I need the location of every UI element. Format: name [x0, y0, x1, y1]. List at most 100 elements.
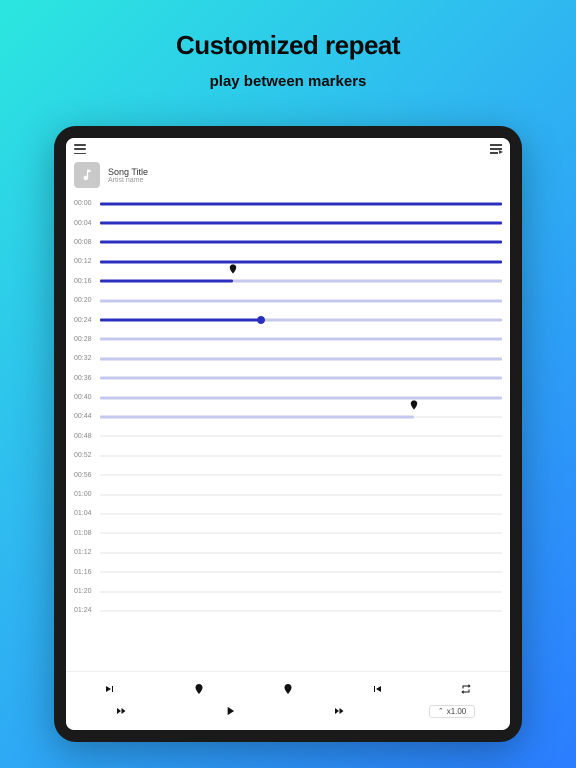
track[interactable] — [100, 562, 502, 581]
track[interactable] — [100, 194, 502, 213]
timeline-row[interactable]: 01:04 — [74, 504, 502, 523]
time-label: 00:16 — [74, 278, 100, 285]
track[interactable] — [100, 330, 502, 349]
goto-start-icon[interactable] — [90, 683, 130, 695]
time-label: 00:36 — [74, 375, 100, 382]
time-label: 00:00 — [74, 200, 100, 207]
played-segment — [100, 241, 502, 244]
chevron-up-icon: ⌃ — [438, 707, 444, 715]
timeline-row[interactable]: 01:08 — [74, 524, 502, 543]
track[interactable] — [100, 582, 502, 601]
marker-pin-icon[interactable] — [227, 262, 238, 281]
loop-segment — [100, 357, 502, 360]
tablet-frame: Song Title Artist name 00:0000:0400:0800… — [54, 126, 522, 742]
track[interactable] — [100, 524, 502, 543]
track[interactable] — [100, 233, 502, 252]
repeat-icon[interactable] — [446, 683, 486, 695]
timeline-row[interactable]: 00:40 — [74, 388, 502, 407]
track[interactable] — [100, 427, 502, 446]
playhead[interactable] — [257, 316, 265, 324]
track[interactable] — [100, 485, 502, 504]
loop-segment — [100, 415, 414, 418]
timeline-row[interactable]: 00:44 — [74, 407, 502, 426]
speed-value: x1.00 — [447, 707, 467, 716]
track[interactable] — [100, 213, 502, 232]
marker-pin-icon[interactable] — [408, 398, 419, 417]
timeline-row[interactable]: 00:12 — [74, 252, 502, 271]
track-baseline — [100, 455, 502, 456]
track-baseline — [100, 475, 502, 476]
timeline-row[interactable]: 00:28 — [74, 330, 502, 349]
timeline-row[interactable]: 00:08 — [74, 233, 502, 252]
track[interactable] — [100, 465, 502, 484]
timeline-row[interactable]: 00:48 — [74, 427, 502, 446]
timeline-row[interactable]: 01:24 — [74, 601, 502, 620]
timeline-row[interactable]: 01:20 — [74, 582, 502, 601]
track[interactable] — [100, 252, 502, 271]
loop-segment — [100, 338, 502, 341]
marker-controls — [66, 678, 510, 700]
time-label: 00:20 — [74, 297, 100, 304]
track[interactable] — [100, 407, 502, 426]
timeline-row[interactable]: 01:16 — [74, 562, 502, 581]
play-icon[interactable] — [210, 704, 250, 718]
timeline-row[interactable]: 00:56 — [74, 465, 502, 484]
played-segment — [100, 222, 502, 225]
track-baseline — [100, 494, 502, 495]
time-label: 00:12 — [74, 258, 100, 265]
set-marker-a-icon[interactable] — [179, 682, 219, 696]
timeline-row[interactable]: 01:12 — [74, 543, 502, 562]
song-text: Song Title Artist name — [108, 167, 148, 184]
now-playing[interactable]: Song Title Artist name — [66, 160, 510, 192]
menu-icon[interactable] — [74, 144, 86, 154]
track[interactable] — [100, 310, 502, 329]
track[interactable] — [100, 446, 502, 465]
time-label: 01:04 — [74, 510, 100, 517]
goto-end-icon[interactable] — [357, 683, 397, 695]
speed-control[interactable]: ⌃ x1.00 — [429, 705, 475, 718]
time-label: 00:40 — [74, 394, 100, 401]
hero-subtitle: play between markers — [210, 73, 367, 90]
played-segment — [100, 260, 502, 263]
loop-segment — [100, 299, 502, 302]
track-baseline — [100, 513, 502, 514]
timeline-row[interactable]: 00:20 — [74, 291, 502, 310]
rewind-icon[interactable] — [101, 705, 141, 717]
playlist-icon[interactable] — [490, 144, 502, 154]
track-baseline — [100, 436, 502, 437]
timeline-row[interactable]: 00:16 — [74, 272, 502, 291]
timeline-row[interactable]: 00:24 — [74, 310, 502, 329]
timeline-row[interactable]: 00:00 — [74, 194, 502, 213]
track[interactable] — [100, 504, 502, 523]
time-label: 00:28 — [74, 336, 100, 343]
fast-forward-icon[interactable] — [319, 705, 359, 717]
time-label: 00:52 — [74, 452, 100, 459]
track[interactable] — [100, 369, 502, 388]
track[interactable] — [100, 272, 502, 291]
song-title: Song Title — [108, 167, 148, 177]
track[interactable] — [100, 543, 502, 562]
time-label: 00:24 — [74, 317, 100, 324]
album-art-placeholder — [74, 162, 100, 188]
played-segment — [100, 319, 261, 322]
timeline[interactable]: 00:00 00:04 00:08 00:12 00:16 00:20 00:24 00:28… — [66, 192, 510, 671]
timeline-row[interactable]: 01:00 — [74, 485, 502, 504]
track[interactable] — [100, 291, 502, 310]
track-baseline — [100, 610, 502, 611]
time-label: 01:00 — [74, 491, 100, 498]
top-bar — [66, 138, 510, 160]
time-label: 00:08 — [74, 239, 100, 246]
time-label: 00:04 — [74, 220, 100, 227]
track[interactable] — [100, 349, 502, 368]
timeline-row[interactable]: 00:32 — [74, 349, 502, 368]
time-label: 01:12 — [74, 549, 100, 556]
track[interactable] — [100, 388, 502, 407]
set-marker-b-icon[interactable] — [268, 682, 308, 696]
timeline-row[interactable]: 00:36 — [74, 369, 502, 388]
timeline-row[interactable]: 00:52 — [74, 446, 502, 465]
played-segment — [100, 202, 502, 205]
time-label: 00:44 — [74, 413, 100, 420]
time-label: 01:20 — [74, 588, 100, 595]
timeline-row[interactable]: 00:04 — [74, 213, 502, 232]
track[interactable] — [100, 601, 502, 620]
